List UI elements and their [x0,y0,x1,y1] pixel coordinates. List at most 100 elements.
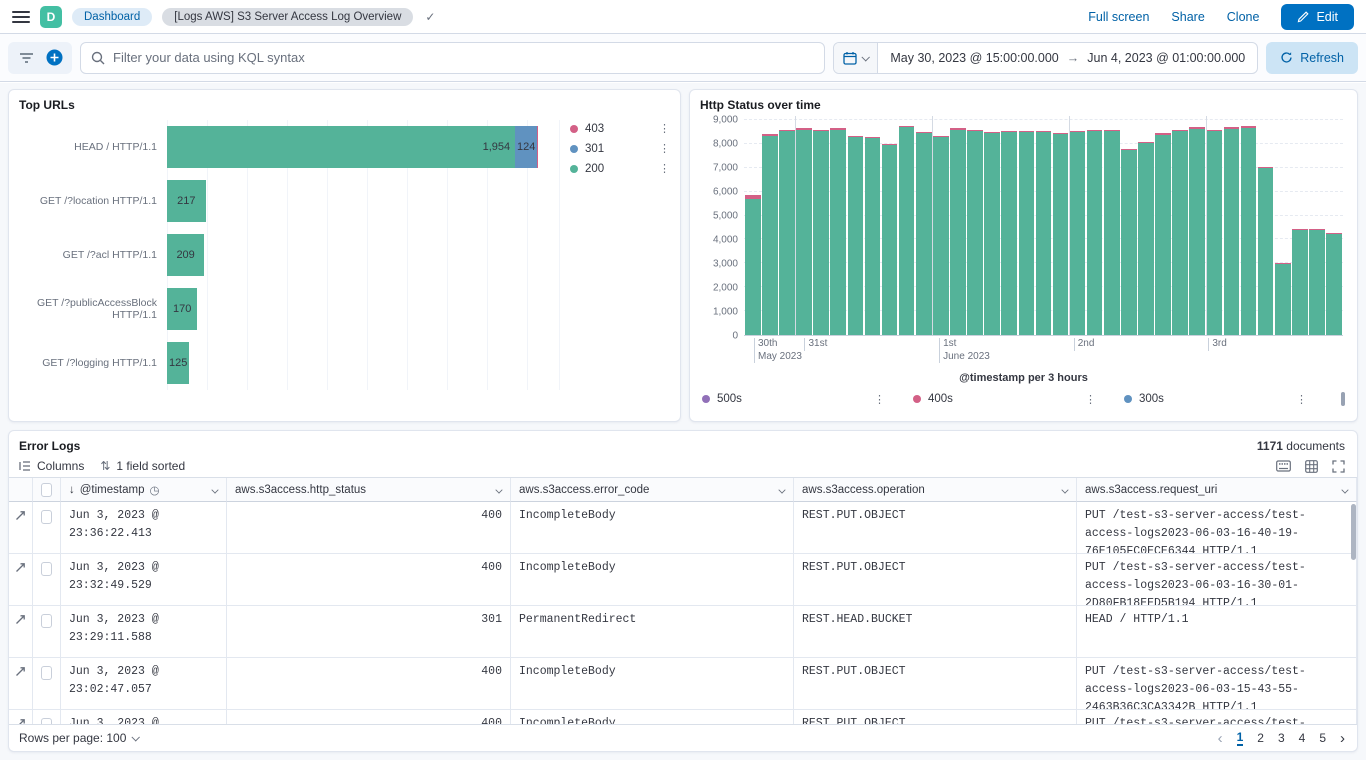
full-screen-button[interactable]: Full screen [1088,10,1149,24]
date-from[interactable]: May 30, 2023 @ 15:00:00.000 [890,51,1058,65]
filter-icon[interactable] [12,44,40,72]
legend-item-500s[interactable]: 500s⋮ [702,393,913,406]
histogram-bar[interactable] [779,130,795,335]
histogram-bar[interactable] [745,195,761,335]
kql-input[interactable] [113,50,814,65]
histogram-bar[interactable] [1326,233,1342,335]
legend-item-200[interactable]: 200⋮ [570,162,670,175]
expand-document-icon[interactable] [15,510,26,548]
histogram-bar[interactable] [1224,127,1240,335]
histogram-bar[interactable] [1036,131,1052,335]
table-scrollbar[interactable] [1351,504,1356,560]
add-filter-icon[interactable] [40,44,68,72]
histogram-bar[interactable] [967,130,983,335]
bar-segment-200[interactable]: 217 [167,180,206,222]
space-avatar[interactable]: D [40,6,62,28]
histogram-bar[interactable] [1104,130,1120,335]
legend-item-301[interactable]: 301⋮ [570,142,670,155]
edit-button[interactable]: Edit [1281,4,1354,30]
page-2[interactable]: 2 [1257,731,1264,745]
rows-per-page-selector[interactable]: Rows per page: 100 [19,731,138,745]
grid-density-icon[interactable] [1305,460,1318,473]
histogram-bar[interactable] [950,128,966,335]
breadcrumb-dashboard[interactable]: Dashboard [72,8,152,26]
page-1[interactable]: 1 [1237,730,1244,746]
histogram-bar[interactable] [1189,127,1205,335]
histogram-bar[interactable] [882,144,898,335]
calendar-menu-button[interactable] [834,43,878,73]
histogram-bar[interactable] [1155,133,1171,335]
expand-document-icon[interactable] [15,614,26,652]
histogram-bar[interactable] [916,132,932,335]
histogram-bar[interactable] [1121,149,1137,335]
chevron-down-icon[interactable] [778,486,785,493]
legend-actions-icon[interactable]: ⋮ [659,122,670,135]
menu-icon[interactable] [12,11,30,23]
date-to[interactable]: Jun 4, 2023 @ 01:00:00.000 [1087,51,1245,65]
prev-page-icon[interactable]: ‹ [1218,730,1223,747]
bar-segment-200[interactable]: 125 [167,342,189,384]
column-header[interactable]: aws.s3access.request_uri [1077,478,1357,502]
bar-segment-200[interactable]: 170 [167,288,197,330]
histogram-bar[interactable] [1309,229,1325,335]
page-5[interactable]: 5 [1319,731,1326,745]
histogram-bar[interactable] [796,128,812,335]
histogram-bar[interactable] [1172,130,1188,335]
bar-segment-200[interactable]: 209 [167,234,204,276]
display-options-icon[interactable] [1276,460,1291,472]
histogram-bar[interactable] [1292,229,1308,335]
bar-segment-403[interactable] [537,126,538,168]
chevron-down-icon[interactable] [1341,486,1348,493]
refresh-button[interactable]: Refresh [1266,42,1358,74]
legend-actions-icon[interactable]: ⋮ [1296,393,1307,406]
expand-document-icon[interactable] [15,562,26,600]
chevron-down-icon[interactable] [1061,486,1068,493]
chevron-down-icon[interactable] [495,486,502,493]
columns-button[interactable]: Columns [19,459,84,473]
legend-actions-icon[interactable]: ⋮ [659,142,670,155]
legend-item-403[interactable]: 403⋮ [570,122,670,135]
legend-actions-icon[interactable]: ⋮ [659,162,670,175]
histogram-bar[interactable] [1241,126,1257,335]
legend-scrollbar[interactable] [1341,392,1345,406]
page-3[interactable]: 3 [1278,731,1285,745]
sort-fields-button[interactable]: ⇅ 1 field sorted [100,459,185,473]
histogram-bar[interactable] [762,134,778,335]
histogram-bar[interactable] [1070,131,1086,335]
histogram-bar[interactable] [865,137,881,335]
histogram-bar[interactable] [813,130,829,335]
expand-document-icon[interactable] [15,666,26,704]
histogram-bar[interactable] [848,136,864,335]
column-header-timestamp[interactable]: ↓@timestamp◷ [61,478,227,502]
histogram-bar[interactable] [830,128,846,335]
histogram-bar[interactable] [1053,133,1069,335]
histogram-bar[interactable] [1258,167,1274,335]
histogram-bar[interactable] [933,136,949,335]
kql-search-box[interactable] [80,42,825,74]
row-checkbox[interactable] [41,562,52,576]
page-4[interactable]: 4 [1299,731,1306,745]
bar-segment-200[interactable]: 1,954 [167,126,515,168]
fullscreen-icon[interactable] [1332,460,1345,473]
histogram-bar[interactable] [1207,130,1223,335]
histogram-bar[interactable] [984,132,1000,335]
legend-item-300s[interactable]: 300s⋮ [1124,393,1335,406]
column-header[interactable]: aws.s3access.http_status [227,478,511,502]
share-button[interactable]: Share [1171,10,1204,24]
histogram-bar[interactable] [1001,131,1017,335]
row-checkbox[interactable] [41,510,52,524]
chevron-down-icon[interactable] [211,486,218,493]
next-page-icon[interactable]: › [1340,730,1345,747]
expand-document-icon[interactable] [15,718,26,724]
histogram-bar[interactable] [1138,142,1154,336]
row-checkbox[interactable] [41,666,52,680]
histogram-bar[interactable] [1275,263,1291,335]
legend-actions-icon[interactable]: ⋮ [874,393,885,406]
histogram-bar[interactable] [1087,130,1103,335]
legend-actions-icon[interactable]: ⋮ [1085,393,1096,406]
column-header[interactable]: aws.s3access.operation [794,478,1077,502]
select-all-checkbox[interactable] [33,478,61,502]
histogram-bar[interactable] [1019,131,1035,335]
bar-segment-301[interactable]: 124 [515,126,537,168]
column-header[interactable]: aws.s3access.error_code [511,478,794,502]
